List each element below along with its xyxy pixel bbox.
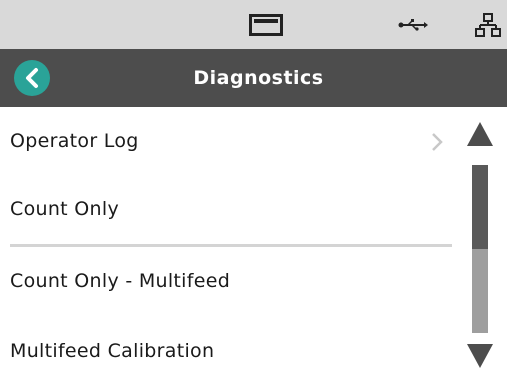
scrollbar[interactable] [452,107,507,377]
network-icon [472,0,504,49]
scroll-down-button[interactable] [466,343,494,373]
scroll-thumb[interactable] [472,165,488,249]
list-item-operator-log[interactable]: Operator Log [0,107,452,175]
list-item-label: Count Only [10,198,119,220]
list-item-label: Multifeed Calibration [10,340,215,362]
menu-list: Operator Log Count Only Count Only - Mul… [0,107,452,377]
display-icon [246,0,286,49]
scroll-up-button[interactable] [466,121,494,151]
chevron-right-icon [432,133,443,151]
status-bar [0,0,507,49]
list-item-count-only[interactable]: Count Only [0,175,452,243]
diagnostics-screen: Diagnostics Operator Log Count Only Coun… [0,0,507,377]
list-item-label: Operator Log [10,130,139,152]
list-item-count-only-multifeed[interactable]: Count Only - Multifeed [0,247,452,315]
triangle-down-icon [467,344,493,368]
usb-icon [393,0,433,49]
triangle-up-icon [467,122,493,146]
list-item-label: Count Only - Multifeed [10,270,231,292]
page-title: Diagnostics [193,67,324,89]
scroll-track[interactable] [472,165,488,333]
header-bar: Diagnostics [0,49,507,107]
list-item-multifeed-calibration[interactable]: Multifeed Calibration [0,317,452,377]
